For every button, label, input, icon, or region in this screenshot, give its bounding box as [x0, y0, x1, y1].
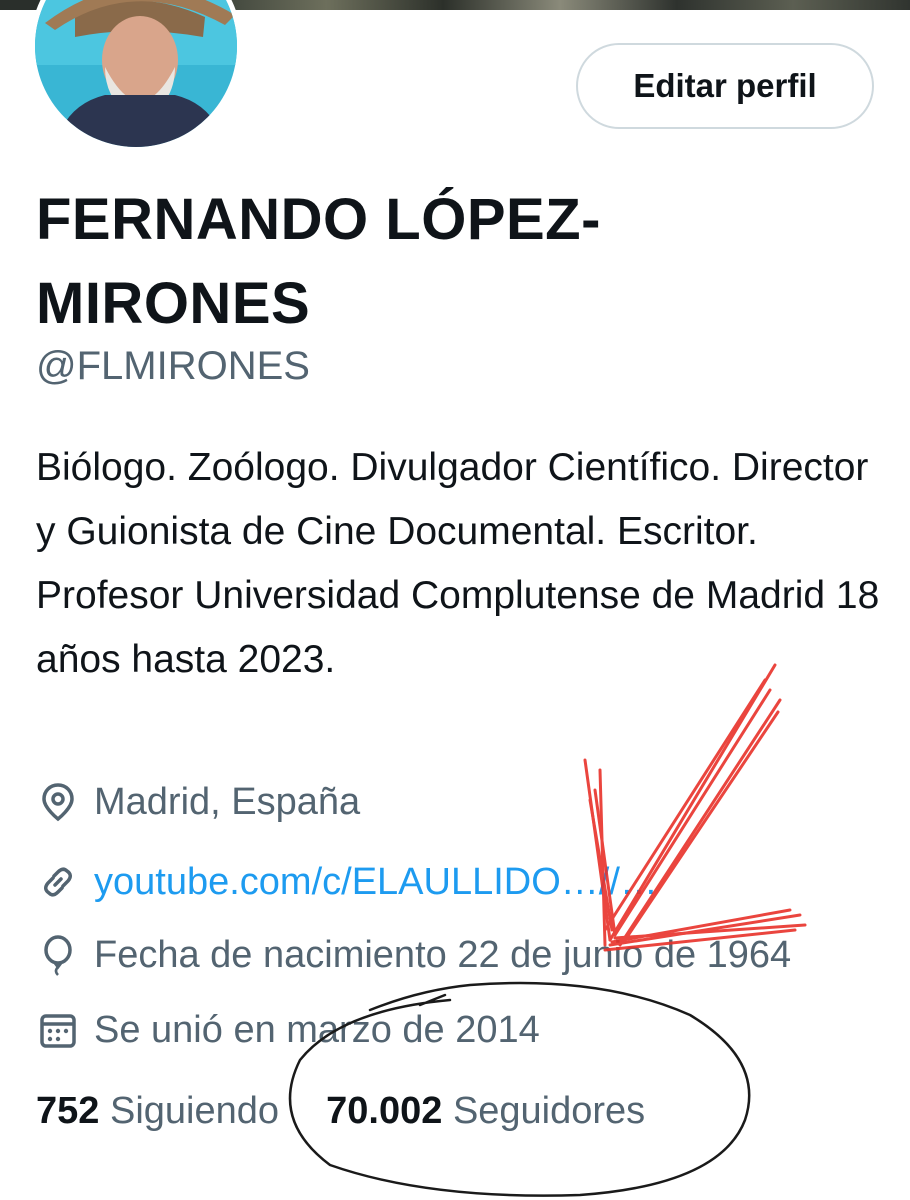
profile-location: Madrid, España	[36, 772, 360, 832]
profile-name: FERNANDO LÓPEZ-MIRONES	[36, 187, 601, 336]
avatar[interactable]	[30, 0, 242, 152]
profile-bio: Biólogo. Zoólogo. Divulgador Científico.…	[36, 446, 880, 681]
joined-text: Se unió en marzo de 2014	[94, 1008, 540, 1051]
profile-handle: @FLMIRONES	[36, 344, 310, 388]
avatar-photo	[35, 0, 237, 147]
profile-stats: 752 Siguiendo 70.002 Seguidores	[36, 1090, 645, 1133]
location-text: Madrid, España	[94, 780, 361, 823]
following-link[interactable]: 752 Siguiendo	[36, 1090, 279, 1132]
balloon-icon	[36, 933, 80, 977]
link-icon	[36, 860, 80, 904]
followers-count: 70.002	[326, 1090, 443, 1132]
profile-birthday: Fecha de nacimiento 22 de junio de 1964	[36, 925, 791, 985]
map-pin-icon	[36, 780, 80, 824]
profile-website[interactable]: youtube.com/c/ELAULLIDO…//…	[36, 852, 658, 912]
following-count: 752	[36, 1090, 100, 1132]
calendar-icon	[36, 1008, 80, 1052]
followers-label: Seguidores	[452, 1090, 646, 1132]
birthday-text: Fecha de nacimiento 22 de junio de 1964	[94, 933, 792, 976]
edit-profile-button[interactable]: Editar perfil	[576, 43, 874, 129]
profile-joined: Se unió en marzo de 2014	[36, 1000, 540, 1060]
following-label: Siguiendo	[109, 1090, 280, 1132]
website-link[interactable]: youtube.com/c/ELAULLIDO…//…	[94, 861, 658, 904]
followers-link[interactable]: 70.002 Seguidores	[326, 1090, 645, 1132]
